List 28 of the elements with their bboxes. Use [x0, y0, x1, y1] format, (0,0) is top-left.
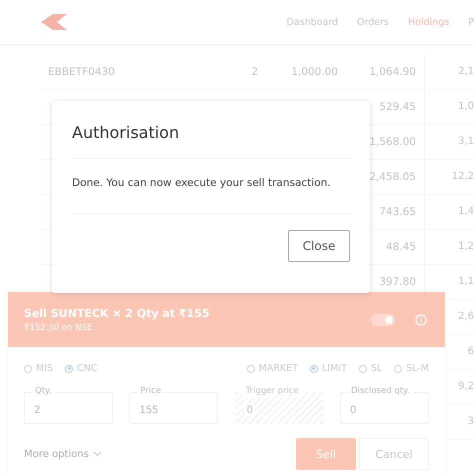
table-cell-text: 2,458.05 — [368, 171, 416, 183]
table-cell-text: 1,000.00 — [290, 66, 338, 78]
table-cell-text: 743.65 — [378, 206, 416, 218]
table-cell-text: 1,568.00 — [368, 136, 416, 148]
chevron-down-icon — [92, 451, 102, 457]
order-subtitle: ₹152.30 on NSE — [24, 322, 94, 332]
order-title: Sell SUNTECK × 2 Qty at ₹155 — [24, 306, 211, 320]
logo-icon — [41, 14, 67, 30]
table-cell-text: 1,064.90 — [368, 66, 416, 78]
dialog-message: Done. You can now execute your sell transaction. — [72, 159, 350, 214]
sell-button[interactable]: Sell — [296, 438, 356, 470]
toggle-switch[interactable] — [371, 314, 395, 326]
nav-link[interactable]: Holdings — [408, 16, 450, 28]
table-cell-text: 2 — [250, 66, 258, 78]
table-cell: 2,1 — [424, 55, 474, 89]
table-cell: 3,1 — [424, 125, 474, 159]
table-cell: 12,2 — [424, 160, 474, 194]
table-cell: 1,4 — [424, 195, 474, 229]
table-cell: 1,0 — [424, 90, 474, 124]
table-cell: 1,2 — [424, 230, 474, 264]
table-cell-text: EBBETF0430 — [47, 66, 116, 78]
close-button[interactable]: Close — [288, 230, 350, 262]
table-cell-text: 48.45 — [384, 241, 416, 253]
more-options-link[interactable]: More options — [24, 448, 102, 460]
table-cell-text: 529.45 — [378, 101, 416, 113]
dialog-title: Authorisation — [72, 101, 350, 159]
info-icon[interactable] — [415, 314, 427, 326]
table-cell-text: 397.80 — [378, 276, 416, 288]
